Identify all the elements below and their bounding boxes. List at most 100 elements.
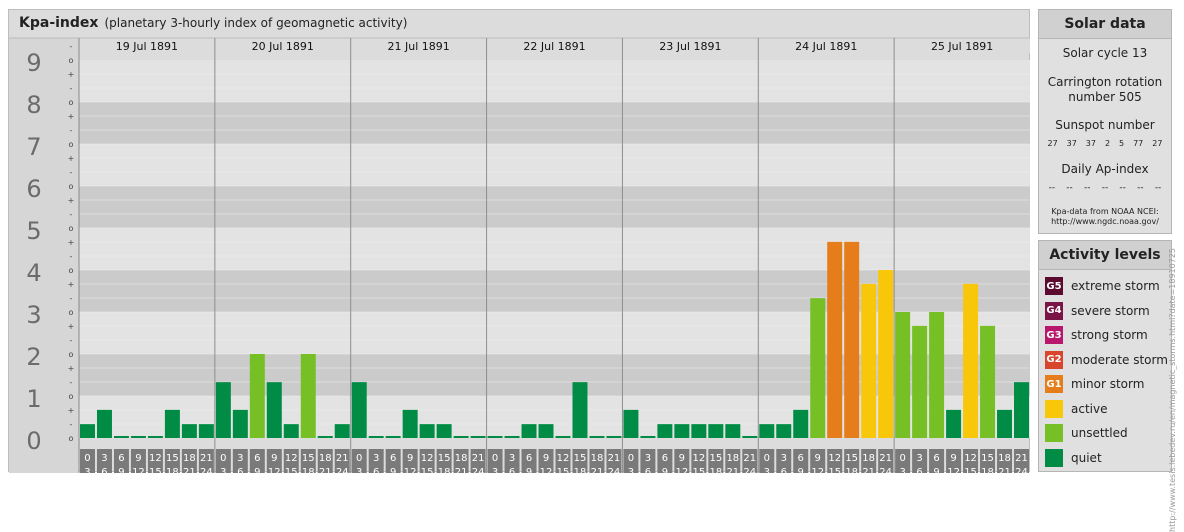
kp-bar: [504, 436, 520, 438]
interval-start-label: 12: [692, 453, 705, 464]
interval-end-label: 12: [811, 467, 824, 473]
y-subtick-label: o: [69, 434, 74, 443]
level-unsettled: unsettled: [1039, 421, 1171, 446]
interval-end-label: 3: [220, 467, 226, 473]
level-label: strong storm: [1071, 328, 1148, 343]
y-subtick-label: o: [69, 308, 74, 317]
kp-chart-panel: 0 1 2 3 4 5 6 7 8 9 o - + o - + o - + o - + o - + o - + o - + o - + o - + o -1…: [8, 9, 1030, 473]
interval-end-label: 12: [268, 467, 281, 473]
kp-bar: [300, 354, 316, 438]
interval-end-label: 6: [237, 467, 243, 473]
interval-start-label: 21: [879, 453, 892, 464]
interval-end-label: 21: [998, 467, 1011, 473]
kp-bar: [521, 424, 537, 438]
ap-label: Daily Ap-index: [1061, 162, 1149, 176]
data-source: Kpa-data from NOAA NCEI: http://www.ngdc…: [1039, 207, 1171, 227]
kp-bar: [929, 312, 945, 438]
kp-bar: [334, 424, 350, 438]
interval-start-label: 0: [356, 453, 362, 464]
interval-end-label: 15: [964, 467, 977, 473]
interval-start-label: 6: [390, 453, 396, 464]
kp-bar: [878, 270, 894, 438]
kp-bar: [164, 409, 180, 438]
y-tick-label: 1: [26, 385, 41, 413]
interval-end-label: 6: [509, 467, 515, 473]
interval-start-label: 9: [271, 453, 277, 464]
level-swatch: [1045, 399, 1063, 418]
y-subtick-label: -: [70, 294, 73, 303]
kp-bar: [623, 409, 639, 438]
credit-url[interactable]: http://www.tesis.lebedev.ru/en/magnetic_…: [1168, 248, 1177, 532]
kp-bar: [266, 382, 282, 438]
y-subtick-label: -: [70, 126, 73, 135]
interval-start-label: 15: [302, 453, 315, 464]
interval-end-label: 9: [933, 467, 939, 473]
kp-bar: [385, 436, 401, 438]
kp-band: [79, 186, 1030, 228]
interval-end-label: 15: [828, 467, 841, 473]
interval-end-label: 9: [662, 467, 668, 473]
interval-end-label: 15: [692, 467, 705, 473]
kp-bar: [640, 436, 656, 438]
sunspot-label: Sunspot number: [1055, 118, 1155, 132]
level-label: quiet: [1071, 450, 1102, 465]
kp-bar: [317, 436, 333, 438]
day-label: 22 Jul 1891: [523, 40, 585, 53]
interval-start-label: 18: [455, 453, 468, 464]
y-subtick-label: +: [68, 406, 75, 415]
kp-bar: [215, 382, 231, 438]
interval-end-label: 3: [356, 467, 362, 473]
kp-bar: [436, 424, 452, 438]
y-subtick-label: +: [68, 280, 75, 289]
interval-start-label: 15: [438, 453, 451, 464]
interval-end-label: 21: [726, 467, 739, 473]
level-swatch: G4: [1045, 301, 1063, 320]
interval-end-label: 21: [183, 467, 196, 473]
sunspot-value: 5: [1119, 139, 1125, 148]
kp-bar: [402, 409, 418, 438]
kp-bar: [742, 436, 758, 438]
interval-start-label: 21: [608, 453, 621, 464]
interval-end-label: 9: [254, 467, 260, 473]
interval-end-label: 3: [628, 467, 634, 473]
interval-start-label: 6: [662, 453, 668, 464]
interval-start-label: 15: [574, 453, 587, 464]
data-source-link[interactable]: http://www.ngdc.noaa.gov/: [1039, 217, 1171, 227]
interval-end-label: 12: [132, 467, 145, 473]
interval-start-label: 18: [862, 453, 875, 464]
interval-end-label: 12: [540, 467, 553, 473]
level-swatch: G3: [1045, 326, 1063, 345]
interval-end-label: 24: [472, 467, 485, 473]
kp-bar: [827, 241, 843, 438]
interval-end-label: 6: [101, 467, 107, 473]
kp-bar: [487, 436, 503, 438]
kp-bar: [1014, 382, 1029, 438]
interval-end-label: 12: [675, 467, 688, 473]
y-subtick-label: -: [70, 210, 73, 219]
interval-end-label: 18: [438, 467, 451, 473]
level-minor-storm: G1 minor storm: [1039, 372, 1171, 397]
y-subtick-label: -: [70, 252, 73, 261]
interval-start-label: 18: [998, 453, 1011, 464]
level-label: severe storm: [1071, 303, 1150, 318]
sunspot-value: 37: [1066, 139, 1077, 148]
solar-cycle: Solar cycle 13: [1062, 46, 1148, 60]
y-subtick-label: -: [70, 378, 73, 387]
level-strong-storm: G3 strong storm: [1039, 323, 1171, 348]
kp-bar: [589, 436, 605, 438]
y-subtick-label: -: [70, 336, 73, 345]
kp-bar: [80, 424, 95, 438]
ap-value: --: [1084, 183, 1091, 193]
day-label: 24 Jul 1891: [795, 40, 857, 53]
interval-start-label: 12: [421, 453, 434, 464]
level-label: minor storm: [1071, 377, 1145, 392]
kp-bar: [453, 436, 469, 438]
sunspot-value: 27: [1152, 139, 1163, 148]
kp-bar: [963, 283, 979, 438]
interval-end-label: 9: [390, 467, 396, 473]
y-subtick-label: +: [68, 70, 75, 79]
interval-start-label: 6: [254, 453, 260, 464]
interval-start-label: 3: [781, 453, 787, 464]
interval-end-label: 6: [781, 467, 787, 473]
y-subtick-label: -: [70, 42, 73, 51]
